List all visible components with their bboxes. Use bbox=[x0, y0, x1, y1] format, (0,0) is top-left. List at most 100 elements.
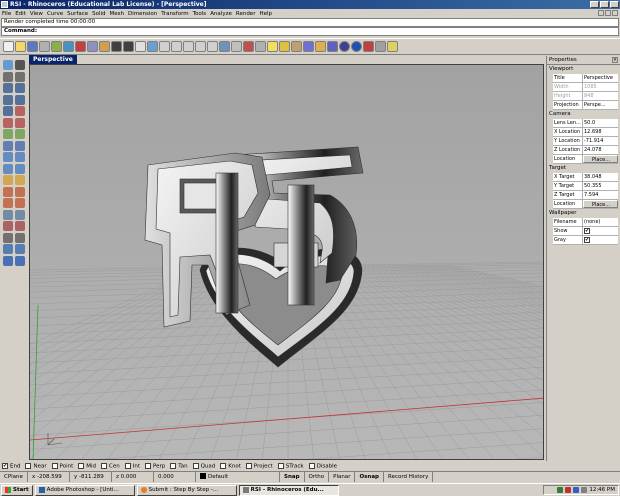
zoom-out-icon[interactable] bbox=[207, 41, 218, 52]
volume-icon[interactable] bbox=[581, 487, 588, 493]
zoom-window-icon[interactable] bbox=[159, 41, 170, 52]
grid-icon[interactable] bbox=[231, 41, 242, 52]
mid-checkbox[interactable] bbox=[78, 463, 85, 470]
minimize-button[interactable] bbox=[590, 1, 599, 8]
text-icon[interactable] bbox=[3, 244, 13, 254]
menu-help[interactable]: Help bbox=[259, 11, 272, 17]
shade-icon[interactable] bbox=[3, 255, 13, 266]
record-history-toggle[interactable]: Record History bbox=[384, 471, 434, 482]
layer-icon[interactable] bbox=[279, 41, 290, 52]
redo-icon[interactable] bbox=[123, 41, 134, 52]
end-checkbox[interactable]: ✔ bbox=[2, 463, 8, 470]
render-sphere-icon[interactable] bbox=[351, 41, 362, 52]
menu-tools[interactable]: Tools bbox=[193, 11, 207, 17]
mirror-icon[interactable] bbox=[3, 209, 13, 220]
spiral-icon[interactable] bbox=[15, 117, 25, 128]
close-button[interactable] bbox=[610, 1, 619, 8]
cone-icon[interactable] bbox=[15, 163, 25, 174]
mdi-restore-button[interactable] bbox=[605, 10, 611, 16]
menu-solid[interactable]: Solid bbox=[92, 11, 105, 17]
curve-icon[interactable] bbox=[15, 106, 25, 116]
box-icon[interactable] bbox=[3, 152, 13, 162]
ortho-toggle[interactable]: Ortho bbox=[305, 471, 330, 482]
target-place-button[interactable]: Place... bbox=[583, 200, 618, 208]
cylinder-icon[interactable] bbox=[3, 163, 13, 174]
ellipse-icon[interactable] bbox=[3, 94, 13, 105]
rectangle-icon[interactable] bbox=[15, 94, 25, 105]
maximize-button[interactable] bbox=[600, 1, 609, 8]
task-browser[interactable]: Submit : Step By Step -... bbox=[136, 484, 237, 496]
shaded-sphere-icon[interactable] bbox=[339, 41, 350, 52]
task-rhino[interactable]: RSI - Rhinoceros (Edu... bbox=[238, 484, 339, 496]
menu-view[interactable]: View bbox=[30, 11, 43, 17]
bluetooth-icon[interactable] bbox=[573, 487, 580, 493]
mdi-minimize-button[interactable] bbox=[598, 10, 604, 16]
antivirus-icon[interactable] bbox=[565, 487, 572, 493]
camera-place-button[interactable]: Place... bbox=[583, 155, 618, 163]
undo-icon[interactable] bbox=[111, 41, 122, 52]
menu-mesh[interactable]: Mesh bbox=[110, 11, 124, 17]
menu-file[interactable]: File bbox=[2, 11, 11, 17]
loft-icon[interactable] bbox=[15, 129, 25, 139]
show-checkbox[interactable]: ✔ bbox=[584, 228, 590, 234]
menu-edit[interactable]: Edit bbox=[15, 11, 26, 17]
trim-icon[interactable] bbox=[3, 221, 13, 231]
dimension-icon[interactable] bbox=[15, 244, 25, 254]
boolean-icon[interactable] bbox=[3, 175, 13, 185]
int-checkbox[interactable] bbox=[124, 463, 131, 470]
rotate-view-icon[interactable] bbox=[147, 41, 158, 52]
osnap-point[interactable]: Point bbox=[51, 463, 73, 470]
menu-dimension[interactable]: Dimension bbox=[128, 11, 157, 17]
mdi-close-button[interactable] bbox=[612, 10, 618, 16]
osnap-cen[interactable]: Cen bbox=[101, 463, 120, 470]
help-icon[interactable] bbox=[387, 41, 398, 52]
prop-value[interactable]: 12.698 bbox=[583, 128, 618, 136]
surface-icon[interactable] bbox=[3, 129, 13, 139]
point-icon[interactable] bbox=[15, 60, 25, 70]
planar-toggle[interactable]: Planar bbox=[329, 471, 356, 482]
viewport-title-tab[interactable]: Perspective bbox=[29, 55, 77, 64]
osnap-tan[interactable]: Tan bbox=[170, 463, 188, 470]
point-checkbox[interactable] bbox=[51, 463, 58, 470]
gray-checkbox[interactable]: ✔ bbox=[584, 237, 590, 243]
prop-value[interactable]: 38.048 bbox=[583, 173, 618, 181]
osnap-strack[interactable]: STrack bbox=[277, 463, 304, 470]
revolve-icon[interactable] bbox=[15, 140, 25, 151]
polygon-icon[interactable] bbox=[3, 106, 13, 116]
four-viewports-icon[interactable] bbox=[219, 41, 230, 52]
cplane-icon[interactable] bbox=[243, 41, 254, 52]
osnap-near[interactable]: Near bbox=[25, 463, 47, 470]
menu-render[interactable]: Render bbox=[236, 11, 256, 17]
layer-indicator[interactable]: Default bbox=[196, 471, 280, 482]
new-file-icon[interactable] bbox=[3, 41, 14, 52]
export-icon[interactable] bbox=[63, 41, 74, 52]
split-icon[interactable] bbox=[15, 221, 25, 231]
copy-icon[interactable] bbox=[87, 41, 98, 52]
menu-surface[interactable]: Surface bbox=[67, 11, 88, 17]
prop-value[interactable]: Perspective bbox=[583, 74, 618, 82]
tan-checkbox[interactable] bbox=[170, 463, 177, 470]
cplane-label[interactable]: CPlane bbox=[0, 471, 28, 482]
disable-checkbox[interactable] bbox=[308, 463, 315, 470]
projection-select[interactable]: Perspe... bbox=[583, 101, 618, 109]
select-arrow-icon[interactable] bbox=[3, 60, 13, 70]
pan-icon[interactable] bbox=[135, 41, 146, 52]
command-line[interactable]: Command: bbox=[1, 27, 619, 36]
prop-value[interactable]: -71.914 bbox=[583, 137, 618, 145]
strack-checkbox[interactable] bbox=[277, 463, 284, 470]
quad-checkbox[interactable] bbox=[192, 463, 199, 470]
prop-value[interactable]: 50.0 bbox=[583, 119, 618, 127]
osnap-project[interactable]: Project bbox=[245, 463, 273, 470]
polyline-icon[interactable] bbox=[15, 71, 25, 82]
options-icon[interactable] bbox=[375, 41, 386, 52]
sphere-icon[interactable] bbox=[15, 152, 25, 162]
zoom-in-icon[interactable] bbox=[195, 41, 206, 52]
explode-icon[interactable] bbox=[15, 232, 25, 243]
perp-checkbox[interactable] bbox=[145, 463, 151, 470]
osnap-knot[interactable]: Knot bbox=[220, 463, 241, 470]
osnap-mid[interactable]: Mid bbox=[78, 463, 96, 470]
circle-icon[interactable] bbox=[3, 83, 13, 93]
line-icon[interactable] bbox=[3, 71, 13, 82]
prop-value[interactable]: 24.078 bbox=[583, 146, 618, 154]
lock-icon[interactable] bbox=[315, 41, 326, 52]
